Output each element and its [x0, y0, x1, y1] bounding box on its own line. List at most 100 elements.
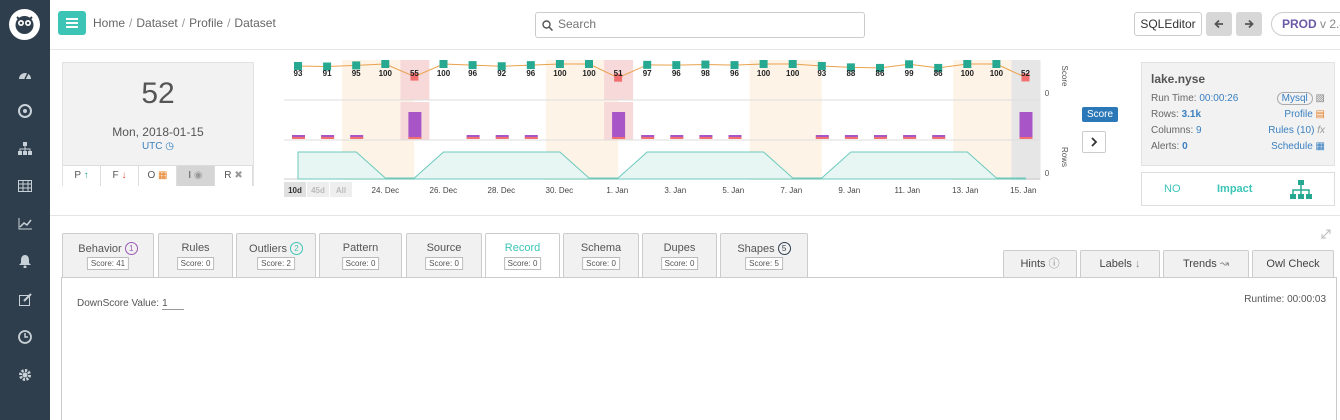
impact-label[interactable]: Impact	[1217, 183, 1252, 195]
tab-label-text: Shapes	[737, 243, 775, 255]
breadcrumb-profile[interactable]: Profile	[189, 16, 223, 30]
forward-button[interactable]	[1236, 12, 1262, 36]
downscore-row: DownScore Value: 1	[77, 298, 185, 310]
tab-pattern[interactable]: Pattern Score: 0	[319, 233, 402, 278]
tab-dupes[interactable]: Dupes Score: 0	[642, 233, 717, 278]
tab-record[interactable]: Record Score: 0	[485, 233, 560, 279]
tab-count-badge: 5	[777, 242, 791, 255]
issue-bar-base	[612, 137, 626, 139]
bar-chart-icon: ▤	[1315, 109, 1325, 120]
tab-label-text: Dupes	[663, 242, 696, 254]
downscore-input[interactable]: 1	[162, 298, 185, 310]
summary-tab-r-label: R	[224, 170, 232, 181]
profile-link[interactable]: Profile ▤	[1284, 108, 1325, 122]
tab-behavior[interactable]: Behavior 1 Score: 41	[62, 233, 154, 278]
menu-toggle-button[interactable]	[58, 11, 86, 35]
summary-tab-p-label: P	[74, 170, 81, 181]
tab-schema[interactable]: Schema Score: 0	[563, 233, 639, 278]
breadcrumb-dataset[interactable]: Dataset	[136, 16, 177, 30]
score-label: 100	[757, 69, 771, 78]
impact-no[interactable]: NO	[1164, 183, 1181, 195]
alerts-row: Alerts: 0 Schedule ▦	[1151, 140, 1325, 154]
tab-hints[interactable]: Hints ⓘ	[1003, 250, 1077, 278]
tab-labels[interactable]: Labels ↓	[1080, 250, 1160, 278]
tab-outliers[interactable]: Outliers 2 Score: 2	[236, 233, 316, 278]
tab-label: Shapes 5	[721, 242, 807, 255]
score-point	[759, 60, 768, 68]
tab-label: Source	[407, 242, 481, 254]
dataset-info-card: lake.nyse Run Time: 00:00:26 Mysql ▧ Row…	[1141, 62, 1335, 166]
breadcrumb: Home / Dataset / Profile / Dataset	[93, 16, 276, 30]
score-label: 96	[468, 69, 477, 78]
clock-icon[interactable]	[14, 326, 36, 348]
environment-badge[interactable]: PROD v 2.4	[1271, 12, 1340, 36]
dashboard-icon[interactable]	[14, 63, 36, 85]
alerts-value: 0	[1182, 141, 1188, 152]
settings-icon[interactable]	[14, 364, 36, 386]
summary-tab-r[interactable]: R ✖	[215, 166, 253, 186]
run-time-value: 00:00:26	[1199, 93, 1239, 104]
score-point	[439, 60, 448, 68]
tab-source[interactable]: Source Score: 0	[406, 233, 482, 278]
score-point	[788, 60, 797, 68]
summary-tab-i[interactable]: I ◉	[177, 166, 215, 186]
score-toggle-button[interactable]: Score	[1082, 107, 1118, 122]
tab-label: Rules	[159, 242, 232, 254]
sql-editor-button[interactable]: SQLEditor	[1134, 12, 1202, 36]
summary-tab-o[interactable]: O ▦	[139, 166, 177, 186]
x-tick-label: 3. Jan	[664, 186, 686, 195]
x-tick-label: 28. Dec	[488, 186, 516, 195]
score-point	[905, 60, 914, 69]
tab-label: Outliers 2	[237, 242, 315, 255]
search-input[interactable]	[558, 17, 858, 31]
source-badge[interactable]: Mysql ▧	[1276, 92, 1325, 106]
range-button-label: 45d	[311, 186, 325, 195]
rules-link[interactable]: Rules (10) fx	[1268, 124, 1325, 138]
tab-score: Score: 0	[660, 257, 699, 270]
timezone-link[interactable]: UTC ◷	[63, 141, 253, 152]
score-point	[701, 60, 710, 69]
issue-bar-base	[815, 137, 829, 139]
tab-hints-label: Hints	[1020, 258, 1046, 270]
compass-icon[interactable]	[14, 100, 36, 122]
back-button[interactable]	[1206, 12, 1232, 36]
breadcrumb-home[interactable]: Home	[93, 16, 125, 30]
score-label: 86	[934, 69, 943, 78]
owl-logo[interactable]	[9, 9, 40, 40]
schedule-link[interactable]: Schedule ▦	[1271, 140, 1325, 154]
range-button-label: 10d	[288, 186, 302, 195]
y-axis-label: 0	[1045, 89, 1050, 98]
summary-tab-p[interactable]: P ↑	[63, 166, 101, 186]
tab-trends[interactable]: Trends ↝	[1163, 250, 1249, 278]
x-tick-label: 1. Jan	[606, 186, 628, 195]
score-label: 91	[323, 69, 332, 78]
x-tick-label: 15. Jan	[1010, 186, 1036, 195]
bell-icon[interactable]	[14, 250, 36, 272]
rows-value: 3.1k	[1181, 109, 1202, 120]
rows-row: Rows: 3.1k Profile ▤	[1151, 108, 1325, 122]
expand-icon[interactable]	[1321, 229, 1331, 239]
score-point	[526, 61, 535, 70]
tab-shapes[interactable]: Shapes 5 Score: 5	[720, 233, 808, 278]
source-label: Mysql	[1276, 92, 1313, 105]
next-button[interactable]	[1082, 131, 1106, 153]
line-chart-icon[interactable]	[14, 213, 36, 235]
impact-card: NO Impact	[1141, 172, 1335, 206]
run-time-row: Run Time: 00:00:26 Mysql ▧	[1151, 92, 1325, 106]
sitemap-icon[interactable]	[14, 137, 36, 159]
summary-tab-f[interactable]: F ↓	[101, 166, 139, 186]
issue-bar	[408, 112, 422, 138]
run-date: Mon, 2018-01-15	[112, 125, 204, 139]
dataset-name: lake.nyse	[1151, 72, 1206, 86]
hierarchy-icon[interactable]	[1290, 180, 1312, 200]
search-box	[535, 12, 865, 38]
arrow-down-icon: ↓	[1134, 258, 1141, 270]
issue-bar-base	[292, 137, 305, 139]
tab-rules[interactable]: Rules Score: 0	[158, 233, 233, 278]
edit-icon[interactable]	[14, 288, 36, 310]
tab-owl-check[interactable]: Owl Check	[1252, 250, 1334, 278]
y-axis-label: Rows	[1060, 147, 1069, 167]
alerts-label: Alerts:	[1151, 141, 1180, 152]
table-icon[interactable]	[14, 175, 36, 197]
arrow-right-icon	[1245, 19, 1254, 29]
